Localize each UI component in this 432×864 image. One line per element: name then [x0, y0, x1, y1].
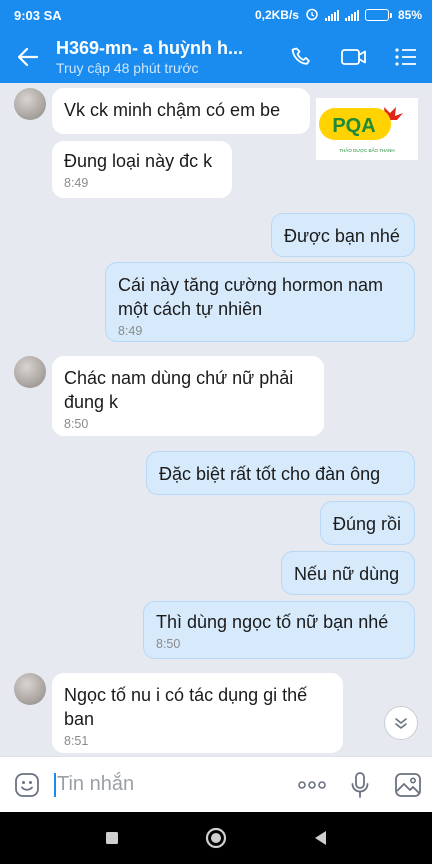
message-time: 8:51 — [64, 734, 89, 748]
circle-icon — [205, 827, 227, 849]
message-text: Đúng rồi — [333, 514, 402, 534]
message-time: 8:49 — [118, 324, 143, 338]
contact-name: H369-mn- a huỳnh h... — [56, 37, 244, 58]
message-text: Đung loại này đc k — [64, 151, 213, 171]
message-incoming[interactable]: Ngọc tố nu i có tác dụng gi thế ban 8:51 — [52, 673, 343, 753]
home-button[interactable] — [196, 818, 236, 858]
message-text: Vk ck minh chậm có em be — [64, 100, 281, 120]
avatar[interactable] — [14, 673, 46, 705]
signal-icon — [324, 9, 339, 21]
message-list[interactable]: Vk ck minh chậm có em be Đung loại này đ… — [0, 83, 432, 756]
emoji-button[interactable] — [0, 757, 54, 813]
status-time: 9:03 SA — [14, 7, 62, 23]
message-outgoing[interactable]: Nếu nữ dùng — [281, 551, 415, 595]
message-text: Nếu nữ dùng — [294, 564, 400, 584]
pqa-logo: PQA THẢO DƯỢC BẢO THANH — [316, 98, 418, 160]
message-time: 8:50 — [64, 417, 89, 431]
message-incoming[interactable]: Chác nam dùng chứ nữ phải đung k 8:50 — [52, 356, 324, 436]
text-caret — [54, 772, 56, 797]
phone-icon — [291, 47, 310, 65]
message-outgoing[interactable]: Được bạn nhé — [271, 213, 415, 257]
video-call-button[interactable] — [328, 30, 380, 83]
call-button[interactable] — [276, 30, 328, 83]
send-image-button[interactable] — [384, 757, 432, 813]
more-options-button[interactable] — [288, 757, 336, 813]
chevron-down-icon — [395, 718, 407, 729]
square-icon — [106, 832, 118, 844]
message-input[interactable]: Tin nhắn — [54, 757, 288, 813]
recents-button[interactable] — [92, 818, 132, 858]
battery-icon — [364, 9, 392, 21]
avatar[interactable] — [14, 88, 46, 120]
back-button[interactable] — [0, 30, 56, 83]
message-outgoing[interactable]: Thì dùng ngọc tố nữ bạn nhé 8:50 — [143, 601, 415, 659]
arrow-left-icon — [17, 47, 39, 66]
video-camera-icon — [341, 48, 366, 65]
status-bar: 9:03 SA 0,2KB/s 85% — [0, 0, 432, 30]
more-dots-icon — [298, 780, 326, 789]
logo-text: PQA — [332, 115, 375, 137]
message-text: Thì dùng ngọc tố nữ bạn nhé — [156, 612, 389, 632]
logo-tagline: THẢO DƯỢC BẢO THANH — [339, 147, 394, 153]
message-outgoing[interactable]: Đặc biệt rất tốt cho đàn ông — [146, 451, 415, 495]
composer: Tin nhắn — [0, 756, 432, 812]
emoji-icon — [15, 772, 39, 797]
voice-record-button[interactable] — [336, 757, 384, 813]
message-text: Đặc biệt rất tốt cho đàn ông — [159, 464, 381, 484]
chat-header: H369-mn- a huỳnh h... Truy cập 48 phút t… — [0, 30, 432, 83]
battery-percent: 85% — [397, 8, 422, 22]
message-text-line: một cách tự nhiên — [118, 299, 263, 319]
avatar[interactable] — [14, 356, 46, 388]
contact-info[interactable]: H369-mn- a huỳnh h... Truy cập 48 phút t… — [56, 37, 276, 77]
message-incoming[interactable]: Đung loại này đc k 8:49 — [52, 141, 232, 198]
list-menu-icon — [395, 47, 416, 66]
back-nav-button[interactable] — [300, 818, 340, 858]
triangle-back-icon — [315, 831, 326, 845]
alarm-icon — [305, 7, 319, 24]
signal-icon-2 — [344, 9, 359, 21]
message-input-placeholder: Tin nhắn — [57, 773, 135, 795]
image-icon — [395, 772, 421, 797]
microphone-icon — [351, 771, 369, 798]
message-text-line: Chác nam dùng chứ nữ phải — [64, 368, 294, 388]
menu-button[interactable] — [380, 30, 432, 83]
brand-logo-sticker[interactable]: PQA THẢO DƯỢC BẢO THANH — [316, 98, 418, 160]
message-text-line: đung k — [64, 392, 119, 412]
message-time: 8:49 — [64, 176, 89, 190]
message-incoming[interactable]: Vk ck minh chậm có em be — [52, 88, 310, 134]
message-text-line: Ngọc tố nu i có tác dụng gi thế — [64, 685, 308, 705]
status-indicators: 0,2KB/s 85% — [255, 7, 422, 24]
last-seen: Truy cập 48 phút trước — [56, 59, 199, 76]
message-outgoing[interactable]: Đúng rồi — [320, 501, 415, 545]
scroll-to-bottom-button[interactable] — [384, 706, 418, 740]
network-speed: 0,2KB/s — [254, 8, 299, 22]
message-text-line: Cái này tăng cường hormon nam — [118, 275, 383, 295]
system-nav-bar — [0, 812, 432, 864]
message-time: 8:50 — [156, 637, 181, 651]
message-outgoing[interactable]: Cái này tăng cường hormon nam một cách t… — [105, 262, 415, 342]
message-text: Được bạn nhé — [284, 226, 400, 246]
message-text-line: ban — [64, 709, 95, 729]
